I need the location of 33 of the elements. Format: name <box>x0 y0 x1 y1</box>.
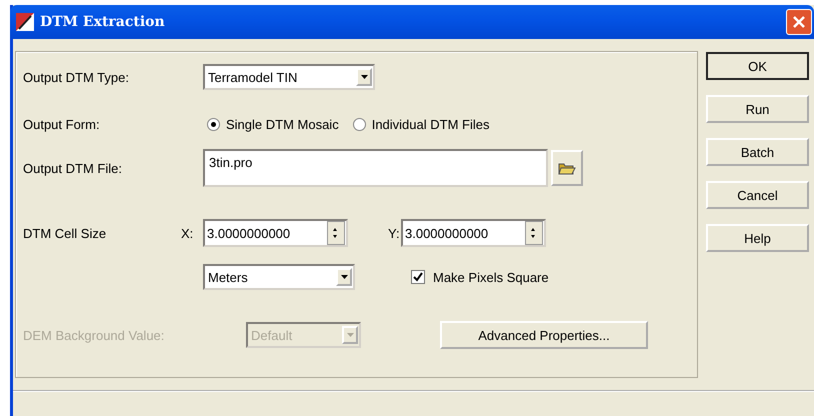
dialog-button[interactable]: Help <box>706 224 809 252</box>
axis-label: Y: <box>388 226 401 240</box>
field-label: Output DTM Type: <box>23 70 130 84</box>
field-label: DEM Background Value: <box>23 328 166 342</box>
checkbox[interactable] <box>411 270 425 284</box>
folder-icon[interactable] <box>551 150 583 186</box>
radio-option[interactable]: Individual DTM Files <box>352 116 490 132</box>
caret-icon <box>336 268 352 286</box>
field-label: Output Form: <box>23 116 101 132</box>
dialog-button[interactable]: Cancel <box>706 181 809 209</box>
dialog-button[interactable]: OK <box>706 52 809 80</box>
spinner-icon[interactable] <box>327 221 345 245</box>
caret-icon <box>342 326 358 344</box>
spinner-icon[interactable] <box>525 221 543 245</box>
advanced-properties-button[interactable]: Advanced Properties... <box>440 321 648 349</box>
radio-button[interactable] <box>352 118 366 130</box>
type-dropdown[interactable]: Terramodel TIN <box>203 64 375 90</box>
field-label: DTM Cell Size <box>23 226 108 240</box>
axis-label: X: <box>181 226 194 240</box>
file-field[interactable]: 3tin.pro <box>203 149 548 187</box>
number-field[interactable]: 3.0000000000 <box>401 219 546 247</box>
close-icon[interactable] <box>786 9 812 35</box>
window-title: DTM Extraction <box>40 14 165 30</box>
field-label: Output DTM File: <box>23 160 123 176</box>
app-icon <box>16 13 34 31</box>
radio-option[interactable]: Single DTM Mosaic <box>207 116 339 132</box>
units-dropdown[interactable]: Meters <box>203 264 355 290</box>
radio-button[interactable] <box>207 118 220 130</box>
checkbox-label: Make Pixels Square <box>433 270 549 284</box>
caret-icon <box>356 68 372 86</box>
number-field[interactable]: 3.0000000000 <box>203 219 348 247</box>
dialog-button[interactable]: Batch <box>706 138 809 166</box>
dialog-button[interactable]: Run <box>706 95 809 123</box>
